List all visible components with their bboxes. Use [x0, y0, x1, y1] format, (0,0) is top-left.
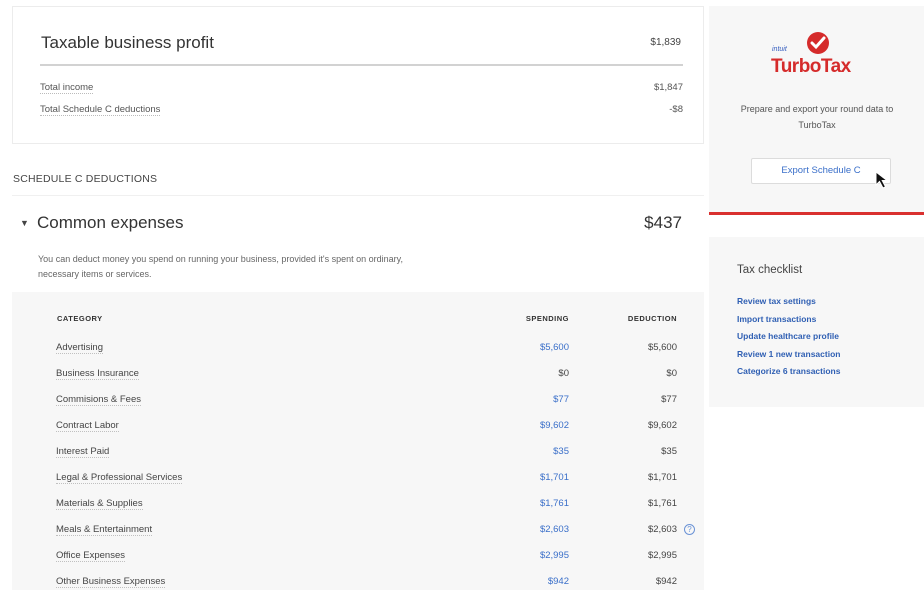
- spending-link[interactable]: $9,602: [540, 420, 569, 431]
- category-name[interactable]: Other Business Expenses: [56, 576, 166, 588]
- deductions-table: CATEGORY SPENDING DEDUCTION Advertising …: [12, 292, 704, 590]
- table-row: Materials & Supplies $1,761 $1,761: [12, 492, 704, 518]
- total-deductions-value: -$8: [669, 104, 683, 115]
- help-icon[interactable]: ?: [684, 524, 695, 535]
- deduction-value: $9,602: [647, 420, 677, 431]
- common-expenses-header[interactable]: ▼ Common expenses $437 You can deduct mo…: [12, 195, 704, 290]
- deduction-value: $1,761: [647, 498, 677, 509]
- category-name[interactable]: Commisions & Fees: [56, 394, 141, 406]
- deduction-value: $2,603: [647, 524, 677, 535]
- table-row: Other Business Expenses $942 $942: [12, 570, 704, 590]
- table-row: Interest Paid $35 $35: [12, 440, 704, 466]
- spending-link[interactable]: $5,600: [540, 342, 569, 353]
- turbotax-logo: intuit TurboTax: [769, 32, 879, 82]
- category-name[interactable]: Interest Paid: [56, 446, 110, 458]
- category-name[interactable]: Contract Labor: [56, 420, 119, 432]
- checklist-link[interactable]: Update healthcare profile: [737, 328, 840, 346]
- checklist-links: Review tax settings Import transactions …: [737, 293, 840, 381]
- common-expenses-description: You can deduct money you spend on runnin…: [38, 254, 403, 279]
- export-description: Prepare and export your round data to Tu…: [740, 104, 894, 130]
- deduction-value: $5,600: [647, 342, 677, 353]
- column-header-category: CATEGORY: [57, 314, 103, 323]
- deduction-value: $1,701: [647, 472, 677, 483]
- checklist-link[interactable]: Import transactions: [737, 311, 840, 329]
- table-row: Advertising $5,600 $5,600: [12, 336, 704, 362]
- accent-divider: [709, 212, 924, 215]
- collapse-caret-icon[interactable]: ▼: [20, 218, 29, 228]
- deduction-value: $35: [661, 446, 677, 457]
- mouse-cursor-icon: [875, 171, 889, 189]
- spending-link[interactable]: $2,995: [540, 550, 569, 561]
- total-deductions-row: Total Schedule C deductions -$8: [40, 104, 683, 116]
- spending-link[interactable]: $2,603: [540, 524, 569, 535]
- common-expenses-amount: $437: [644, 213, 682, 232]
- table-row: Contract Labor $9,602 $9,602: [12, 414, 704, 440]
- spending-link[interactable]: $1,701: [540, 472, 569, 483]
- table-row: Office Expenses $2,995 $2,995: [12, 544, 704, 570]
- spending-value: $0: [558, 368, 569, 379]
- deduction-value: $77: [661, 394, 677, 405]
- checkmark-icon: [807, 32, 829, 54]
- spending-link[interactable]: $942: [548, 576, 569, 587]
- checklist-title: Tax checklist: [737, 264, 803, 276]
- category-name[interactable]: Office Expenses: [56, 550, 126, 562]
- table-row: Meals & Entertainment $2,603 $2,603 ?: [12, 518, 704, 544]
- section-label: SCHEDULE C DEDUCTIONS: [13, 173, 158, 185]
- profit-title: Taxable business profit: [41, 33, 214, 52]
- spending-link[interactable]: $1,761: [540, 498, 569, 509]
- intuit-wordmark: intuit: [772, 46, 787, 53]
- profit-summary-card: Taxable business profit $1,839 Total inc…: [12, 6, 704, 144]
- checklist-link[interactable]: Categorize 6 transactions: [737, 363, 840, 381]
- divider: [40, 64, 683, 66]
- total-income-value: $1,847: [653, 82, 683, 93]
- export-schedule-c-button[interactable]: Export Schedule C: [751, 158, 891, 184]
- category-name[interactable]: Materials & Supplies: [56, 498, 143, 510]
- table-row: Commisions & Fees $77 $77: [12, 388, 704, 414]
- table-row: Business Insurance $0 $0: [12, 362, 704, 388]
- total-income-row: Total income $1,847: [40, 82, 683, 94]
- checklist-link[interactable]: Review tax settings: [737, 293, 840, 311]
- turbotax-wordmark: TurboTax: [771, 56, 851, 77]
- profit-total: $1,839: [650, 37, 681, 48]
- category-name[interactable]: Advertising: [56, 342, 103, 354]
- category-name[interactable]: Business Insurance: [56, 368, 139, 380]
- spending-link[interactable]: $35: [553, 446, 569, 457]
- deduction-value: $0: [666, 368, 677, 379]
- checklist-link[interactable]: Review 1 new transaction: [737, 346, 840, 364]
- deduction-value: $2,995: [647, 550, 677, 561]
- deduction-value: $942: [655, 576, 677, 587]
- tax-checklist-card: Tax checklist Review tax settings Import…: [709, 237, 924, 407]
- spending-link[interactable]: $77: [553, 394, 569, 405]
- table-row: Legal & Professional Services $1,701 $1,…: [12, 466, 704, 492]
- column-header-deduction: DEDUCTION: [627, 314, 677, 323]
- column-header-spending: SPENDING: [525, 314, 569, 323]
- category-name[interactable]: Legal & Professional Services: [56, 472, 183, 484]
- common-expenses-title: Common expenses: [37, 213, 184, 232]
- total-deductions-label: Total Schedule C deductions: [40, 104, 161, 116]
- total-income-label: Total income: [40, 82, 94, 94]
- category-name[interactable]: Meals & Entertainment: [56, 524, 153, 536]
